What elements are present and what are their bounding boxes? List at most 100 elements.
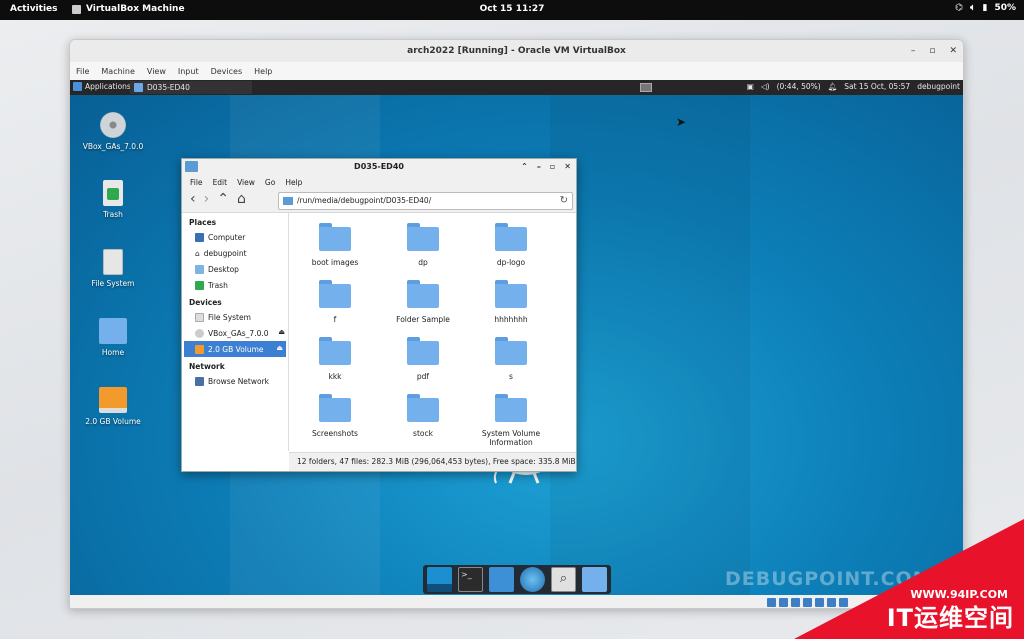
xfce-logo-icon	[73, 82, 82, 91]
folder-item[interactable]: f	[295, 280, 375, 324]
close-icon[interactable]: ✕	[949, 40, 957, 62]
desktop-icon-label: Trash	[103, 210, 123, 219]
network-icon: ⌬	[955, 3, 964, 13]
battery-status[interactable]: (0:44, 50%)	[777, 82, 821, 91]
optical-drive-icon[interactable]	[779, 598, 788, 607]
applications-menu-button[interactable]: Applications	[73, 82, 131, 91]
vbox-menu-input[interactable]: Input	[178, 67, 199, 76]
guest-screen[interactable]: Applications D035-ED40 ▣ ◁) (0:44, 50%) …	[70, 80, 963, 595]
folder-icon[interactable]	[582, 567, 607, 592]
desktop-icon-volume[interactable]: 2.0 GB Volume	[78, 387, 148, 426]
home-icon[interactable]: ⌂	[237, 191, 246, 207]
up-icon[interactable]: ⌃	[217, 191, 229, 207]
folder-icon	[319, 223, 351, 251]
file-manager-icon[interactable]	[489, 567, 514, 592]
maximize-icon[interactable]: ▫	[929, 40, 935, 62]
folder-item[interactable]: hhhhhhh	[471, 280, 551, 324]
folder-item[interactable]: System Volume Information	[471, 394, 551, 447]
sidebar-item-trash[interactable]: Trash	[182, 277, 288, 293]
sidebar-item-desktop[interactable]: Desktop	[182, 261, 288, 277]
folder-item[interactable]: stock	[383, 394, 463, 438]
fm-menu-view[interactable]: View	[237, 178, 255, 187]
applications-label: Applications	[85, 82, 131, 91]
fm-toolbar: ‹ › ⌃ ⌂ /run/media/debugpoint/D035-ED40/…	[182, 189, 576, 213]
sidebar-item-volume[interactable]: 2.0 GB Volume ⏏	[184, 341, 286, 357]
desktop-icon-file-system[interactable]: File System	[78, 249, 148, 288]
terminal-icon[interactable]: >_	[458, 567, 483, 592]
desktop-icon-label: File System	[91, 279, 135, 288]
location-bar[interactable]: /run/media/debugpoint/D035-ED40/ ↻	[278, 192, 573, 210]
desktop-icon	[195, 264, 204, 274]
folder-item[interactable]: Screenshots	[295, 394, 375, 438]
system-tray[interactable]: ⌬ 🔈︎ ▮ 50%	[955, 3, 1016, 13]
wallpaper-band	[550, 95, 750, 595]
places-header: Places	[189, 218, 217, 227]
folder-item[interactable]: dp-logo	[471, 223, 551, 267]
reload-icon[interactable]: ↻	[560, 193, 568, 209]
workspace-switcher[interactable]	[640, 83, 652, 92]
home-icon: ⌂	[195, 248, 200, 258]
folder-item[interactable]: Folder Sample	[383, 280, 463, 324]
folder-icon	[495, 394, 527, 422]
hdd-icon[interactable]	[767, 598, 776, 607]
usb-drive-icon	[99, 387, 127, 413]
desktop-icon-home[interactable]: Home	[78, 318, 148, 357]
folder-item[interactable]: dp	[383, 223, 463, 267]
minimize-icon[interactable]: –	[537, 159, 541, 175]
taskbar-button-file-manager[interactable]: D035-ED40	[130, 81, 252, 94]
vbox-titlebar[interactable]: arch2022 [Running] - Oracle VM VirtualBo…	[70, 40, 963, 62]
eject-icon[interactable]: ⏏	[278, 328, 285, 336]
folder-item[interactable]: s	[471, 337, 551, 381]
computer-icon	[195, 232, 204, 242]
sidebar-item-home[interactable]: ⌂ debugpoint	[182, 245, 288, 261]
battery-percent: 50%	[994, 3, 1016, 13]
folder-item[interactable]: kkk	[295, 337, 375, 381]
xfce-panel: Applications D035-ED40 ▣ ◁) (0:44, 50%) …	[70, 80, 963, 95]
folder-item[interactable]: pdf	[383, 337, 463, 381]
desktop-icon-vbox-gas[interactable]: VBox_GAs_7.0.0	[78, 112, 148, 151]
file-manager-window[interactable]: D035-ED40 ⌃ – ▫ ✕ File Edit View Go Help…	[181, 158, 577, 472]
fm-menu-go[interactable]: Go	[265, 178, 275, 187]
panel-datetime[interactable]: Sat 15 Oct, 05:57	[844, 82, 910, 91]
sidebar-item-browse-network[interactable]: Browse Network	[182, 373, 288, 389]
network-icon[interactable]: ▣	[747, 82, 754, 91]
app-finder-icon[interactable]: ⌕	[551, 567, 576, 592]
notification-bell-icon[interactable]: 🔔︎	[828, 82, 838, 91]
vbox-menu-file[interactable]: File	[76, 67, 89, 76]
eject-icon[interactable]: ⏏	[276, 344, 283, 352]
fm-menu-help[interactable]: Help	[285, 178, 302, 187]
sidebar-item-computer[interactable]: Computer	[182, 229, 288, 245]
maximize-icon[interactable]: ▫	[550, 159, 555, 175]
folder-icon	[319, 394, 351, 422]
volume-icon[interactable]: ◁)	[761, 82, 770, 91]
show-desktop-icon[interactable]	[427, 567, 452, 592]
folder-icon	[495, 223, 527, 251]
network-icon	[195, 376, 204, 386]
panel-user[interactable]: debugpoint	[917, 82, 960, 91]
folder-icon	[495, 280, 527, 308]
fm-sidebar: Places Computer ⌂ debugpoint Desktop Tras…	[182, 213, 289, 451]
vbox-menu-machine[interactable]: Machine	[101, 67, 135, 76]
minimize-icon[interactable]: –	[911, 40, 916, 62]
folder-item[interactable]: boot images	[295, 223, 375, 267]
forward-icon[interactable]: ›	[204, 191, 210, 207]
sidebar-item-label: VBox_GAs_7.0.0	[208, 328, 269, 338]
web-browser-icon[interactable]	[520, 567, 545, 592]
folder-icon	[134, 83, 143, 92]
vbox-menu-view[interactable]: View	[147, 67, 166, 76]
fm-menu-edit[interactable]: Edit	[213, 178, 228, 187]
shade-icon[interactable]: ⌃	[521, 159, 528, 175]
sidebar-item-file-system[interactable]: File System	[182, 309, 288, 325]
vbox-menu-devices[interactable]: Devices	[211, 67, 243, 76]
close-icon[interactable]: ✕	[564, 159, 571, 175]
vbox-title: arch2022 [Running] - Oracle VM VirtualBo…	[407, 46, 626, 56]
vbox-menu-help[interactable]: Help	[254, 67, 272, 76]
sidebar-item-vbox-gas[interactable]: VBox_GAs_7.0.0 ⏏	[182, 325, 288, 341]
back-icon[interactable]: ‹	[190, 191, 196, 207]
folder-grid: boot images dp dp-logo f Folder Sample h…	[290, 213, 576, 451]
desktop-icon-trash[interactable]: Trash	[78, 180, 148, 219]
home-folder-icon	[99, 318, 127, 344]
clock[interactable]: Oct 15 11:27	[0, 4, 1024, 14]
fm-titlebar[interactable]: D035-ED40 ⌃ – ▫ ✕	[182, 159, 576, 175]
fm-menu-file[interactable]: File	[190, 178, 203, 187]
